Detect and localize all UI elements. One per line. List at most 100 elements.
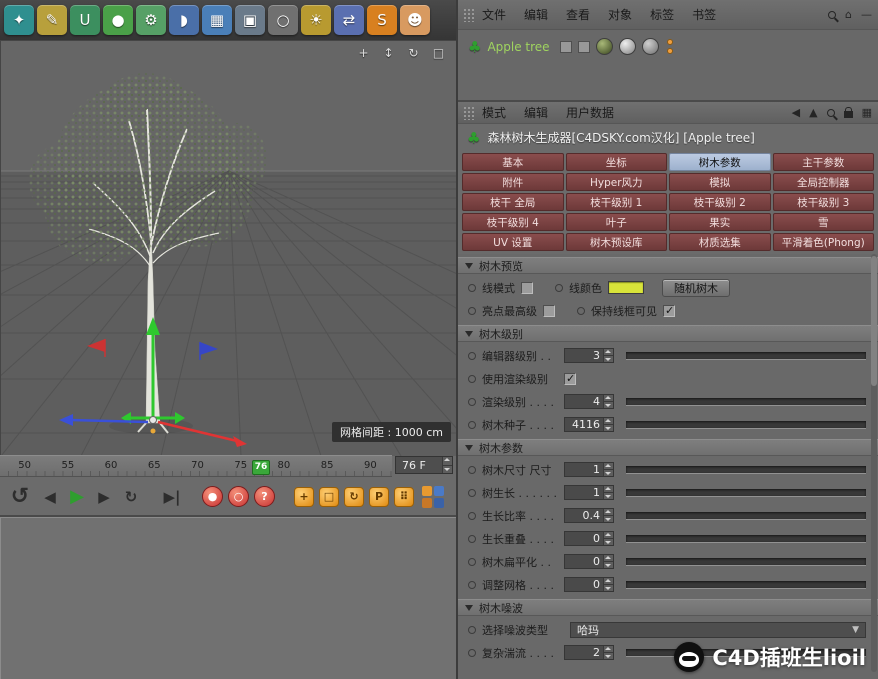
parameter-key-button[interactable]: P — [369, 487, 389, 507]
growth-ratio-input[interactable]: 0.4 — [564, 508, 614, 523]
noise-type-dropdown[interactable]: 哈玛 ▼ — [570, 622, 866, 638]
pan-icon[interactable]: + — [355, 45, 372, 61]
spinner[interactable] — [603, 418, 613, 431]
tree-flatten-input[interactable]: 0 — [564, 554, 614, 569]
attribute-scrollbar[interactable] — [871, 254, 877, 672]
section-header-tree-noise[interactable]: 树木噪波 — [458, 599, 878, 616]
camera-icon[interactable]: ▣ — [235, 5, 265, 35]
render-level-slider[interactable] — [626, 398, 866, 405]
material-tag-gray-icon[interactable] — [642, 38, 659, 55]
frame-spinner[interactable] — [442, 457, 452, 473]
tab-tree-presets[interactable]: 树木预设库 — [566, 233, 668, 251]
keyframe-options-button[interactable]: ? — [254, 486, 275, 507]
tree-size-input[interactable]: 1 — [564, 462, 614, 477]
menu-file[interactable]: 文件 — [482, 6, 506, 23]
keyframe-dot-icon[interactable] — [468, 307, 476, 315]
keyframe-dot-icon[interactable] — [555, 284, 563, 292]
keyframe-dot-icon[interactable] — [468, 512, 476, 520]
tab-basic[interactable]: 基本 — [462, 153, 564, 171]
keyframe-dot-icon[interactable] — [468, 535, 476, 543]
character-icon[interactable]: ☻ — [400, 5, 430, 35]
highlight-checkbox[interactable] — [543, 305, 555, 317]
wire-mode-checkbox[interactable] — [521, 282, 533, 294]
render-toggle-icon[interactable] — [578, 41, 590, 53]
tree-flatten-slider[interactable] — [626, 558, 866, 565]
minimize-icon[interactable]: — — [861, 8, 872, 21]
tree-growth-slider[interactable] — [626, 489, 866, 496]
object-name[interactable]: Apple tree — [487, 40, 549, 54]
tab-leaves[interactable]: 叶子 — [566, 213, 668, 231]
keyframe-dot-icon[interactable] — [468, 489, 476, 497]
layer-manager-icon[interactable] — [422, 486, 444, 508]
editor-level-input[interactable]: 3 — [564, 348, 614, 363]
keyframe-dot-icon[interactable] — [468, 375, 476, 383]
growth-overlap-input[interactable]: 0 — [564, 531, 614, 546]
material-manager-panel[interactable] — [0, 515, 456, 679]
sketch-style-icon[interactable]: S — [367, 5, 397, 35]
spinner[interactable] — [603, 395, 613, 408]
pen-tool-icon[interactable]: ✎ — [37, 5, 67, 35]
visibility-toggle-icon[interactable] — [560, 41, 572, 53]
menu-tags[interactable]: 标签 — [650, 6, 674, 23]
tab-attachments[interactable]: 附件 — [462, 173, 564, 191]
tab-branch-level-2[interactable]: 枝干级别 2 — [669, 193, 771, 211]
tree-size-slider[interactable] — [626, 466, 866, 473]
tab-simulation[interactable]: 模拟 — [669, 173, 771, 191]
gear-icon[interactable]: ⚙ — [136, 5, 166, 35]
keyframe-dot-icon[interactable] — [468, 581, 476, 589]
current-frame-marker[interactable]: 76 — [252, 460, 270, 475]
spinner[interactable] — [603, 555, 613, 568]
spinner[interactable] — [603, 578, 613, 591]
spinner[interactable] — [603, 463, 613, 476]
next-key-button[interactable]: ▶ — [93, 488, 115, 506]
turbulence-input[interactable]: 2 — [564, 645, 614, 660]
zoom-icon[interactable]: ↕ — [380, 45, 397, 61]
tab-global-controller[interactable]: 全局控制器 — [773, 173, 875, 191]
autokey-button[interactable]: ○ — [228, 486, 249, 507]
tab-trunk-params[interactable]: 主干参数 — [773, 153, 875, 171]
up-icon[interactable]: ▲ — [809, 106, 817, 119]
object-list[interactable]: ♣ Apple tree — [458, 30, 878, 100]
rotate-icon[interactable]: ↻ — [405, 45, 422, 61]
wire-color-swatch[interactable] — [608, 281, 644, 294]
position-key-button[interactable]: + — [294, 487, 314, 507]
layer-dots-icon[interactable] — [667, 39, 673, 54]
menu-bookmarks[interactable]: 书签 — [692, 6, 716, 23]
spinner[interactable] — [603, 646, 613, 659]
tab-hyperwind[interactable]: Hyper风力 — [566, 173, 668, 191]
keyframe-dot-icon[interactable] — [468, 421, 476, 429]
sphere-object-icon[interactable]: ● — [103, 5, 133, 35]
keyframe-dot-icon[interactable] — [468, 398, 476, 406]
tab-fruit[interactable]: 果实 — [669, 213, 771, 231]
viewport[interactable]: + ↕ ↻ □ 网格间距 : 1000 cm — [0, 40, 456, 455]
tree-growth-input[interactable]: 1 — [564, 485, 614, 500]
keyframe-dot-icon[interactable] — [468, 558, 476, 566]
adjust-mesh-input[interactable]: 0 — [564, 577, 614, 592]
material-tag-bark-icon[interactable] — [619, 38, 636, 55]
menu-mode[interactable]: 模式 — [482, 104, 506, 121]
menu-edit-attr[interactable]: 编辑 — [524, 104, 548, 121]
tab-tree-params[interactable]: 树木参数 — [669, 153, 771, 171]
tab-branch-global[interactable]: 枝干 全局 — [462, 193, 564, 211]
adjust-mesh-slider[interactable] — [626, 581, 866, 588]
paint-tool-icon[interactable]: ◗ — [169, 5, 199, 35]
previous-key-button[interactable]: ◀ — [39, 488, 61, 506]
keyframe-dot-icon[interactable] — [468, 466, 476, 474]
spinner[interactable] — [603, 486, 613, 499]
tab-coordinates[interactable]: 坐标 — [566, 153, 668, 171]
spinner[interactable] — [603, 509, 613, 522]
history-back-icon[interactable]: ◀ — [792, 106, 800, 119]
tab-phong[interactable]: 平滑着色(Phong) — [773, 233, 875, 251]
frame-number-field[interactable]: 76 F — [395, 456, 453, 474]
scale-key-button[interactable]: □ — [319, 487, 339, 507]
light-on-icon[interactable]: ☀ — [301, 5, 331, 35]
home-icon[interactable]: ⌂ — [845, 8, 852, 21]
tab-material-selection[interactable]: 材质选集 — [669, 233, 771, 251]
tab-branch-level-3[interactable]: 枝干级别 3 — [773, 193, 875, 211]
rotation-key-button[interactable]: ↻ — [344, 487, 364, 507]
array-icon[interactable]: ▦ — [202, 5, 232, 35]
go-to-end-button[interactable]: ▶| — [161, 488, 183, 506]
tiles-icon[interactable]: ▦ — [862, 106, 872, 119]
menu-view[interactable]: 查看 — [566, 6, 590, 23]
spinner[interactable] — [603, 349, 613, 362]
